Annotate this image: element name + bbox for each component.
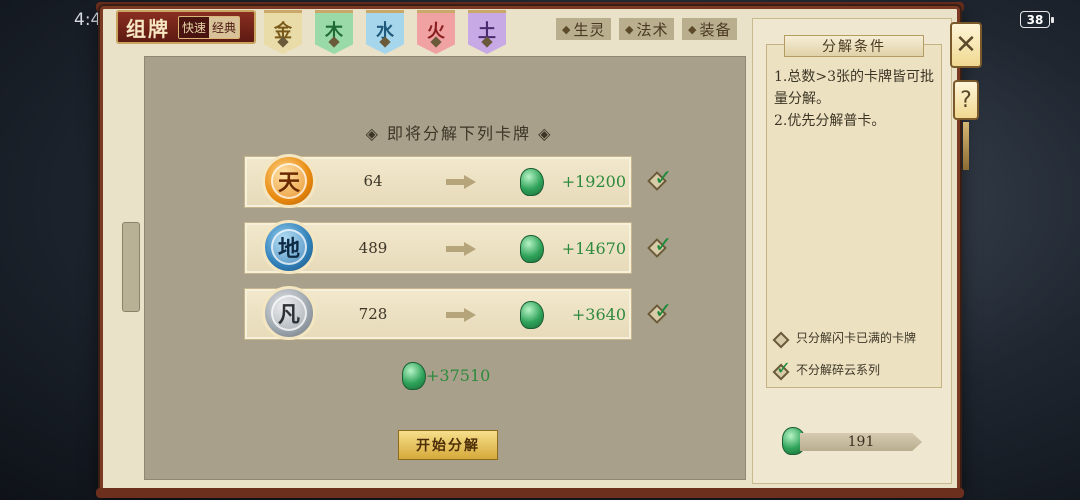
tab-label: 法术 [636,20,669,39]
conditions-text: 1.总数>3张的卡牌皆可批量分解。 2.优先分解普卡。 [774,66,940,132]
rank-label: 天 [271,163,307,199]
close-icon: ✕ [955,30,977,60]
tab-label: 装备 [699,20,732,39]
tab-spell[interactable]: ◆ 法术 [619,18,675,40]
row-checkbox[interactable]: ✓ [647,299,673,325]
title-tab: 组牌 快速 经典 [116,10,256,44]
mode-switch[interactable]: 快速 经典 [178,15,241,39]
tab-creature[interactable]: ◆ 生灵 [556,18,612,40]
tab-equipment[interactable]: ◆ 装备 [682,18,738,40]
side-drawer-handle[interactable] [122,222,140,312]
rank-fan-icon: 凡 [262,286,316,340]
card-count: 489 [358,239,388,257]
row-checkbox[interactable]: ✓ [647,233,673,259]
arrow-icon [446,175,478,189]
start-decompose-button[interactable]: 开始分解 [398,430,498,460]
row-checkbox[interactable]: ✓ [647,166,673,192]
condition-line-1: 1.总数>3张的卡牌皆可批量分解。 [774,69,934,107]
arrow-icon [446,242,478,256]
help-button[interactable]: ? [953,80,979,120]
rank-tian-icon: 天 [262,154,316,208]
tab-label: 生灵 [573,20,606,39]
card-count: 728 [358,305,388,323]
jade-icon [520,235,544,263]
option-checkbox[interactable] [772,330,792,350]
reward-value: +3640 [571,305,626,324]
check-icon: ✓ [776,358,792,379]
option-flash-full[interactable]: 只分解闪卡已满的卡牌 [772,330,940,350]
mode-fast-option[interactable]: 快速 [179,16,210,38]
option-label: 不分解碎云系列 [796,363,881,377]
check-icon: ✓ [654,233,673,258]
battery-indicator: 38 [1020,11,1054,28]
reward-value: +14670 [561,239,626,258]
heading-text: 即将分解下列卡牌 [386,124,531,143]
card-count: 64 [363,172,383,190]
panel-heading: ◈ 即将分解下列卡牌 ◈ [365,124,553,143]
rank-label: 凡 [271,295,307,331]
frame-bottom-border [96,488,964,498]
jade-icon [402,362,426,390]
tassel-decoration [963,122,969,170]
option-label: 只分解闪卡已满的卡牌 [796,331,917,345]
jade-icon [520,301,544,329]
page-title: 组牌 [126,16,170,41]
close-button[interactable]: ✕ [950,22,982,68]
help-icon: ? [960,87,972,113]
option-skip-suiyun[interactable]: ✓ 不分解碎云系列 [772,358,940,382]
diamond-icon: ◆ [625,22,635,36]
diamond-icon: ◆ [562,22,572,36]
option-checkbox[interactable]: ✓ [772,358,792,382]
total-reward: +37510 [426,366,491,385]
mode-classic-option[interactable]: 经典 [209,16,240,38]
jade-balance: 191 [800,433,922,451]
diamond-icon: ◆ [688,22,698,36]
conditions-title: 分解条件 [784,35,924,57]
check-icon: ✓ [654,166,673,191]
arrow-icon [446,308,478,322]
check-icon: ✓ [654,299,673,324]
reward-value: +19200 [561,172,626,191]
jade-icon [520,168,544,196]
rank-label: 地 [271,229,307,265]
condition-line-2: 2.优先分解普卡。 [774,113,886,129]
rank-di-icon: 地 [262,220,316,274]
